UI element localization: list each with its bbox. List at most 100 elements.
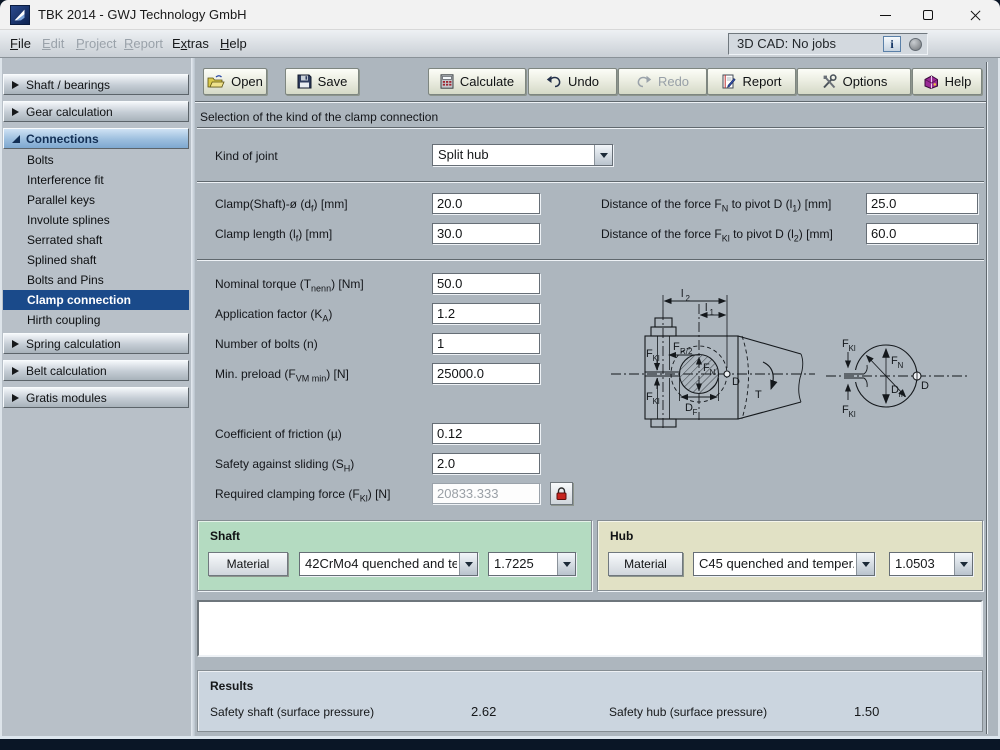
separator: [197, 181, 984, 183]
floppy-disk-icon: [297, 74, 312, 89]
shaft-material-number: 1.7225: [494, 553, 555, 575]
sliding-safety-input[interactable]: [432, 453, 540, 474]
hub-material-button-label: Material: [624, 557, 667, 571]
maximize-button[interactable]: [905, 0, 951, 30]
hub-material-name: C45 quenched and temper...: [699, 553, 854, 575]
sidebar-section-shaft-bearings[interactable]: Shaft / bearings: [3, 74, 189, 95]
hub-material-panel: Hub Material C45 quenched and temper... …: [597, 520, 983, 591]
distance-fkl-input[interactable]: [866, 223, 978, 244]
book-icon: [923, 75, 939, 89]
clamp-length-input[interactable]: [432, 223, 540, 244]
shaft-material-number-select[interactable]: 1.7225: [488, 552, 576, 576]
close-button[interactable]: [950, 0, 1000, 30]
force-fkl-top-sub: Kl: [653, 354, 660, 363]
chevron-right-icon: [12, 394, 19, 402]
menu-edit: Edit: [40, 30, 66, 57]
options-button[interactable]: Options: [797, 68, 911, 95]
dim-df-sub: F: [693, 408, 698, 417]
app-icon: [10, 5, 30, 25]
safety-shaft-value: 2.62: [471, 704, 496, 719]
info-icon[interactable]: i: [883, 36, 901, 52]
cad-status-dot-icon: [909, 38, 922, 51]
friction-input[interactable]: [432, 423, 540, 444]
shaft-material-button-label: Material: [227, 557, 270, 571]
cad-status-text: 3D CAD: No jobs: [737, 34, 836, 54]
chevron-down-icon[interactable]: [954, 553, 972, 575]
clamp-connection-front-view-diagram: F N D m D F Kl F Kl: [820, 290, 980, 420]
sidebar-item-bolts[interactable]: Bolts: [3, 150, 189, 170]
hub-material-button[interactable]: Material: [608, 552, 683, 576]
tools-icon: [821, 74, 837, 89]
chevron-right-icon: [12, 108, 19, 116]
application-factor-label: Application factor (KA): [215, 307, 332, 323]
sidebar-item-serrated-shaft[interactable]: Serrated shaft: [3, 230, 189, 250]
sidebar-section-belt-calculation[interactable]: Belt calculation: [3, 360, 189, 381]
application-factor-input[interactable]: [432, 303, 540, 324]
redo-button: Redo: [618, 68, 707, 95]
force-fn-sub: N: [710, 368, 716, 377]
redo-label: Redo: [658, 74, 689, 89]
document-pencil-icon: [721, 74, 736, 89]
arrow-undo-icon: [546, 75, 562, 88]
shaft-material-panel: Shaft Material 42CrMo4 quenched and te..…: [197, 520, 592, 591]
chevron-down-icon[interactable]: [557, 553, 575, 575]
section-label: Belt calculation: [26, 364, 107, 378]
sidebar-item-splined-shaft[interactable]: Splined shaft: [3, 250, 189, 270]
sidebar-item-parallel-keys[interactable]: Parallel keys: [3, 190, 189, 210]
menu-extras[interactable]: Extras: [170, 30, 211, 57]
shaft-material-button[interactable]: Material: [208, 552, 288, 576]
arrow-redo-icon: [636, 75, 652, 88]
chevron-down-icon[interactable]: [594, 145, 612, 165]
options-label: Options: [843, 74, 888, 89]
hub-material-select[interactable]: C45 quenched and temper...: [693, 552, 875, 576]
kind-of-joint-select[interactable]: Split hub: [432, 144, 613, 166]
clamp-diameter-input[interactable]: [432, 193, 540, 214]
open-button[interactable]: Open: [203, 68, 267, 95]
safety-hub-value: 1.50: [854, 704, 879, 719]
sidebar-section-gratis-modules[interactable]: Gratis modules: [3, 387, 189, 408]
hub-material-number-select[interactable]: 1.0503: [889, 552, 973, 576]
menu-help[interactable]: Help: [218, 30, 249, 57]
distance-fn-input[interactable]: [866, 193, 978, 214]
kind-of-joint-label: Kind of joint: [215, 149, 278, 163]
chevron-right-icon: [12, 340, 19, 348]
number-of-bolts-input[interactable]: [432, 333, 540, 354]
cad-status-box: 3D CAD: No jobs i: [728, 33, 928, 55]
sidebar-section-spring-calculation[interactable]: Spring calculation: [3, 333, 189, 354]
sidebar-section-gear-calculation[interactable]: Gear calculation: [3, 101, 189, 122]
sidebar-item-hirth-coupling[interactable]: Hirth coupling: [3, 310, 189, 330]
separator: [197, 127, 984, 129]
calculate-button[interactable]: Calculate: [428, 68, 526, 95]
results-title: Results: [210, 679, 253, 693]
undo-button[interactable]: Undo: [528, 68, 617, 95]
report-button[interactable]: Report: [707, 68, 796, 95]
menu-project: Project: [74, 30, 118, 57]
maximize-icon: [923, 10, 933, 20]
sliding-safety-label: Safety against sliding (SH): [215, 457, 354, 473]
titlebar: TBK 2014 - GWJ Technology GmbH: [0, 0, 1000, 30]
sidebar-item-interference-fit[interactable]: Interference fit: [3, 170, 189, 190]
distance-fkl-label: Distance of the force FKl to pivot D (l2…: [601, 227, 833, 243]
calculate-label: Calculate: [460, 74, 514, 89]
menu-file[interactable]: File: [8, 30, 33, 57]
sidebar-section-connections[interactable]: Connections: [3, 128, 189, 149]
sidebar-item-clamp-connection[interactable]: Clamp connection: [3, 290, 189, 310]
sidebar-item-bolts-and-pins[interactable]: Bolts and Pins: [3, 270, 189, 290]
help-button[interactable]: Help: [912, 68, 982, 95]
message-area[interactable]: [197, 600, 983, 657]
save-button[interactable]: Save: [285, 68, 359, 95]
shaft-material-select[interactable]: 42CrMo4 quenched and te...: [299, 552, 478, 576]
minimize-button[interactable]: [862, 0, 908, 30]
friction-label: Coefficient of friction (µ): [215, 427, 342, 441]
report-label: Report: [742, 74, 781, 89]
min-preload-input[interactable]: [432, 363, 540, 384]
sidebar-item-involute-splines[interactable]: Involute splines: [3, 210, 189, 230]
toolbar-separator: [195, 101, 986, 103]
lock-toggle-button[interactable]: [550, 482, 573, 505]
section-label: Shaft / bearings: [26, 78, 110, 92]
content-right-groove: [986, 62, 988, 734]
chevron-down-icon[interactable]: [459, 553, 477, 575]
nominal-torque-input[interactable]: [432, 273, 540, 294]
separator: [197, 259, 984, 261]
chevron-down-icon[interactable]: [856, 553, 874, 575]
